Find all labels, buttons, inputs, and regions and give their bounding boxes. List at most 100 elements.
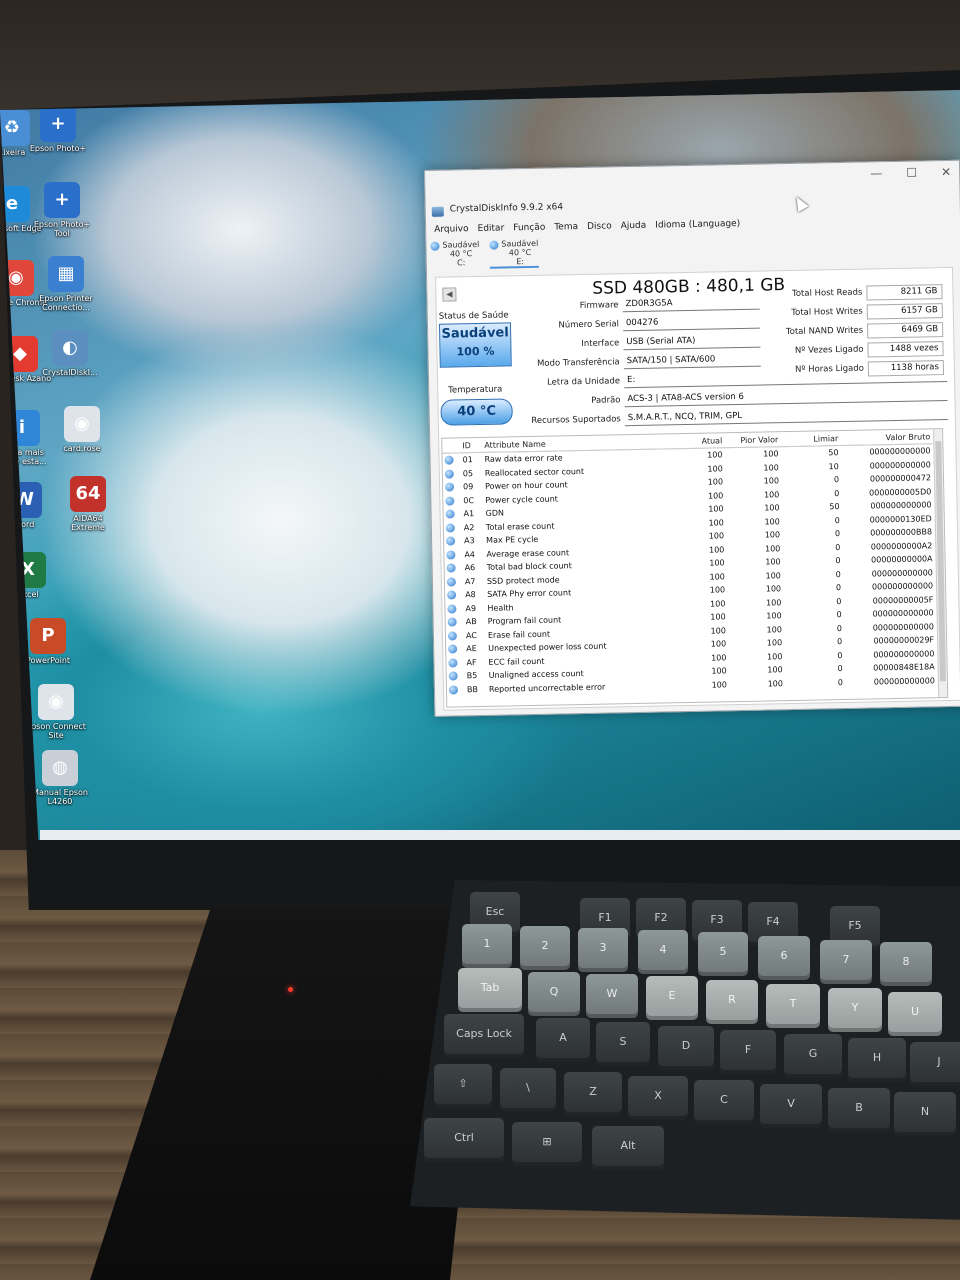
cell-limiar: 0: [834, 515, 840, 525]
maximize-icon[interactable]: ☐: [906, 166, 917, 180]
desktop-icon-label: Epson Photo+ Tool: [33, 220, 91, 238]
window-title: CrystalDiskInfo 9.9.2 x64: [449, 202, 564, 215]
cell-pior-valor: 100: [766, 624, 782, 635]
taskbar-file-explorer-icon[interactable]: ▬: [630, 838, 652, 840]
taskbar-search-icon[interactable]: ⌕: [598, 838, 620, 840]
cell-atual: 100: [708, 504, 724, 514]
desktop-icon[interactable]: ◉ Epson Connect Site: [24, 684, 88, 740]
app-icon: ◆: [2, 336, 38, 372]
minimize-icon[interactable]: —: [870, 166, 882, 180]
status-dot-icon: [445, 509, 455, 519]
scrollbar-thumb[interactable]: [935, 441, 946, 682]
cell-pior-valor: 100: [766, 597, 782, 608]
taskbar-outlook-icon[interactable]: ✉: [694, 838, 716, 840]
column-pior-valor[interactable]: Pior Valor: [724, 432, 781, 448]
cell-id: BB: [466, 684, 479, 695]
menu-disco[interactable]: Disco: [587, 221, 612, 231]
desktop-icon[interactable]: + Epson Photo+: [26, 106, 90, 153]
keyboard-key: Caps Lock: [444, 1014, 524, 1058]
power-led: [288, 987, 293, 992]
cell-id: A3: [464, 536, 475, 546]
column-atual[interactable]: Atual: [682, 433, 725, 449]
host-writes-label: Total Host Writes: [791, 306, 863, 318]
status-dot-icon: [444, 455, 454, 465]
cell-limiar: 0: [834, 529, 841, 539]
app-icon: ◍: [42, 750, 78, 786]
taskbar-edge-icon[interactable]: ◉: [662, 838, 684, 840]
cell-pior-valor: 100: [765, 570, 781, 581]
cell-limiar: 0: [837, 650, 843, 660]
taskbar: [40, 830, 960, 840]
menu-tema[interactable]: Tema: [554, 222, 578, 232]
cell-atual: 100: [707, 464, 723, 474]
keyboard-key: 5: [698, 932, 748, 976]
menu-idioma[interactable]: Idioma (Language): [655, 219, 740, 231]
keyboard-key: V: [760, 1084, 822, 1128]
status-dot-icon: [446, 577, 456, 587]
app-icon: +: [40, 106, 76, 142]
menu-arquivo[interactable]: Arquivo: [434, 224, 469, 235]
cell-limiar: 0: [835, 556, 841, 566]
taskbar-crystaldiskinfo-icon[interactable]: ◧: [790, 838, 812, 840]
cell-id: 09: [463, 482, 474, 492]
cell-limiar: 0: [836, 596, 842, 606]
close-icon[interactable]: ✕: [941, 165, 951, 179]
desktop-icon-label: Epson Connect Site: [26, 722, 86, 740]
cell-pior-valor: 100: [764, 503, 780, 513]
cell-atual: 100: [710, 612, 726, 622]
keyboard-key: C: [694, 1080, 754, 1124]
serial-value: 004276: [622, 314, 761, 332]
status-dot-icon: [445, 482, 455, 492]
taskbar-windows-start-icon[interactable]: ⊞: [566, 838, 588, 840]
keyboard-key: Y: [828, 988, 882, 1032]
previous-disk-button[interactable]: ◀: [442, 287, 457, 302]
menu-funcao[interactable]: Função: [513, 223, 545, 234]
app-icon: X: [10, 552, 46, 588]
menu-ajuda[interactable]: Ajuda: [621, 221, 647, 231]
cell-pior-valor: 100: [763, 476, 780, 486]
desktop-icon[interactable]: + Epson Photo+ Tool: [30, 182, 94, 238]
status-dot-icon: [446, 563, 456, 573]
desktop-icon[interactable]: W Word: [0, 482, 56, 529]
cell-id: A9: [465, 603, 477, 614]
desktop-icon[interactable]: ◉ card.rose: [50, 406, 114, 453]
taskbar-chrome-icon[interactable]: ◉: [726, 838, 748, 840]
keyboard-key: J: [910, 1042, 960, 1086]
status-dot-icon: [447, 590, 457, 600]
keyboard-key: S: [596, 1022, 650, 1066]
menu-editar[interactable]: Editar: [477, 223, 504, 234]
cell-pior-valor: 100: [763, 449, 779, 459]
app-icon: 64: [70, 476, 106, 512]
cell-pior-valor: 100: [764, 516, 780, 527]
desktop-icon[interactable]: i Saiba mais sobre esta...: [0, 410, 54, 466]
keyboard-key: W: [586, 974, 638, 1018]
column-id[interactable]: ID: [460, 437, 483, 453]
status-dot-icon: [447, 617, 457, 627]
power-on-count-value: 1488 vezes: [867, 341, 944, 358]
keyboard-key: 8: [880, 942, 932, 986]
transfer-value: SATA/150 | SATA/600: [623, 352, 761, 370]
desktop-icon[interactable]: ▦ Epson Printer Connectio...: [34, 256, 98, 312]
keyboard-key: ⇧: [434, 1064, 492, 1108]
desktop-icon[interactable]: X Excel: [0, 552, 60, 599]
cell-atual: 100: [710, 626, 726, 636]
desktop-icon[interactable]: 64 AIDA64 Extreme: [56, 476, 120, 532]
drive-tab-c[interactable]: Saudável 40 °C C:: [430, 240, 479, 270]
status-dot-icon: [447, 604, 457, 614]
desktop-icon-label: AIDA64 Extreme: [71, 514, 105, 532]
cell-atual: 100: [707, 450, 723, 460]
taskbar-app-icon[interactable]: ♟: [758, 838, 780, 840]
cell-atual: 100: [708, 545, 725, 555]
drive-letter-label: Letra da Unidade: [546, 376, 621, 388]
drive-tab-e[interactable]: Saudável 40 °C E:: [489, 238, 539, 269]
cell-atual: 100: [708, 531, 725, 541]
column-limiar[interactable]: Limiar: [780, 431, 841, 447]
drive-status-icon: [430, 241, 440, 251]
keyboard-key: 2: [520, 926, 570, 970]
cell-id: A6: [464, 563, 476, 573]
drive-letter: C:: [457, 258, 466, 268]
firmware-label: Firmware: [579, 300, 619, 312]
desktop-icon[interactable]: ◍ Manual Epson L4260: [28, 750, 92, 806]
cell-valor-bruto: 000000000000: [873, 676, 935, 687]
desktop-icon[interactable]: ◐ CrystalDiskI...: [38, 330, 102, 377]
